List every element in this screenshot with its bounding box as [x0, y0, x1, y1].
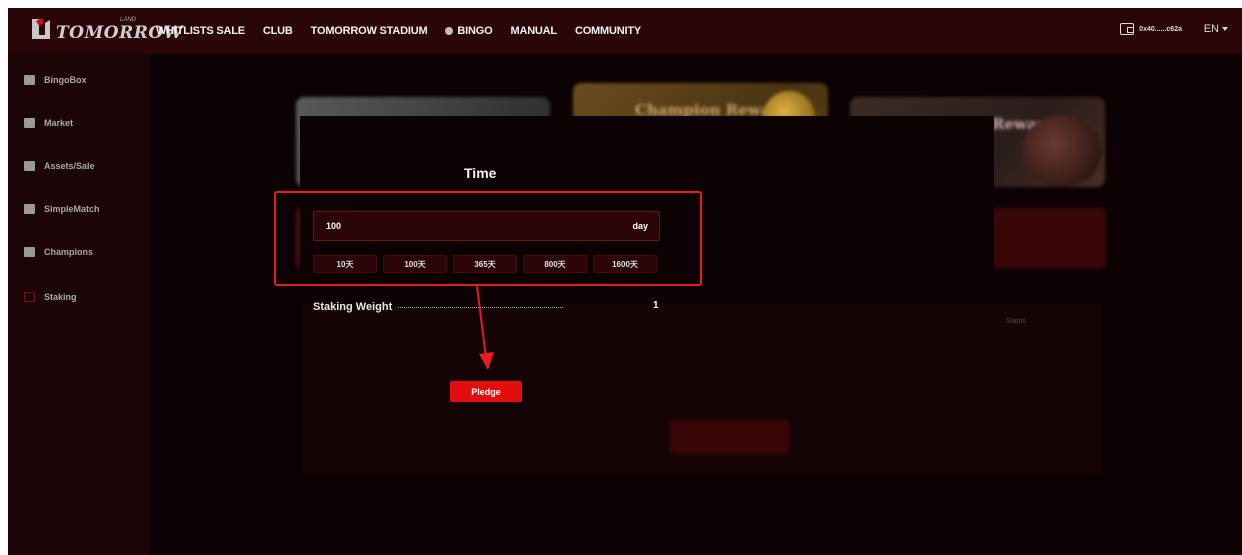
stats-strip-right — [982, 208, 1106, 268]
time-input-field[interactable]: day — [313, 211, 660, 241]
sidebar: BingoBox Market Assets/Sale SimpleMatch … — [8, 54, 150, 555]
staking-icon — [24, 292, 35, 302]
bingo-ball-icon — [445, 27, 454, 35]
staking-weight-value: 1 — [653, 300, 659, 311]
sidebar-item-label: Champions — [44, 247, 94, 257]
background-button-blurred — [670, 420, 790, 454]
nav-manual[interactable]: MANUAL — [510, 25, 557, 37]
app-window: TOMORROW LAND WHITLISTS SALE CLUB TOMORR… — [8, 8, 1242, 555]
nav-bingo-label: BINGO — [457, 25, 493, 37]
sidebar-item-label: SimpleMatch — [44, 204, 100, 214]
sidebar-item-label: Assets/Sale — [44, 161, 95, 171]
pledge-button[interactable]: Pledge — [450, 381, 522, 402]
wallet-address: 0x40......c62a — [1139, 25, 1182, 33]
preset-1600-days[interactable]: 1600天 — [593, 255, 657, 273]
sidebar-item-market[interactable]: Market — [24, 118, 73, 128]
sidebar-item-bingobox[interactable]: BingoBox — [24, 75, 87, 85]
logo-superscript: LAND — [120, 17, 137, 23]
preset-365-days[interactable]: 365天 — [453, 255, 517, 273]
preset-10-days[interactable]: 10天 — [313, 255, 377, 273]
sidebar-item-champions[interactable]: Champions — [24, 247, 93, 257]
annotation-arrow-icon — [476, 285, 494, 370]
language-selector[interactable]: EN — [1204, 23, 1228, 35]
sidebar-item-label: Market — [44, 118, 74, 128]
logo-mark-icon — [32, 18, 50, 39]
bronze-football-image — [1022, 115, 1102, 187]
nav-whitlists-sale[interactable]: WHITLISTS SALE — [156, 25, 245, 37]
top-navigation-bar: TOMORROW LAND WHITLISTS SALE CLUB TOMORR… — [8, 8, 1242, 54]
wallet-button[interactable]: 0x40......c62a — [1120, 23, 1182, 35]
match-icon — [24, 204, 35, 214]
language-label: EN — [1203, 23, 1219, 35]
table-status-header: Status — [1006, 318, 1026, 325]
cart-icon — [24, 161, 35, 171]
sidebar-item-assets-sale[interactable]: Assets/Sale — [24, 161, 95, 171]
staking-weight-label: Staking Weight — [313, 301, 393, 313]
time-preset-group: 10天 100天 365天 800天 1600天 — [313, 255, 657, 273]
box-icon — [24, 75, 35, 85]
grid-icon — [24, 118, 35, 128]
chevron-down-icon — [1222, 27, 1228, 31]
preset-800-days[interactable]: 800天 — [523, 255, 587, 273]
sidebar-item-staking[interactable]: Staking — [24, 292, 77, 302]
trophy-icon — [24, 247, 35, 257]
main-nav: WHITLISTS SALE CLUB TOMORROW STADIUM BIN… — [156, 8, 641, 54]
nav-club[interactable]: CLUB — [263, 25, 293, 37]
time-unit-label: day — [632, 221, 648, 231]
wallet-icon — [1120, 23, 1135, 35]
sidebar-item-label: BingoBox — [44, 75, 87, 85]
modal-title: Time — [464, 165, 497, 181]
time-input[interactable] — [326, 221, 586, 231]
nav-community[interactable]: COMMUNITY — [575, 25, 641, 37]
nav-bingo[interactable]: BINGO — [445, 25, 493, 37]
tomorrow-land-logo[interactable]: TOMORROW LAND — [30, 15, 183, 47]
preset-100-days[interactable]: 100天 — [383, 255, 447, 273]
sidebar-item-simplematch[interactable]: SimpleMatch — [24, 204, 100, 214]
nav-tomorrow-stadium[interactable]: TOMORROW STADIUM — [311, 25, 428, 37]
sidebar-item-label: Staking — [44, 292, 77, 302]
